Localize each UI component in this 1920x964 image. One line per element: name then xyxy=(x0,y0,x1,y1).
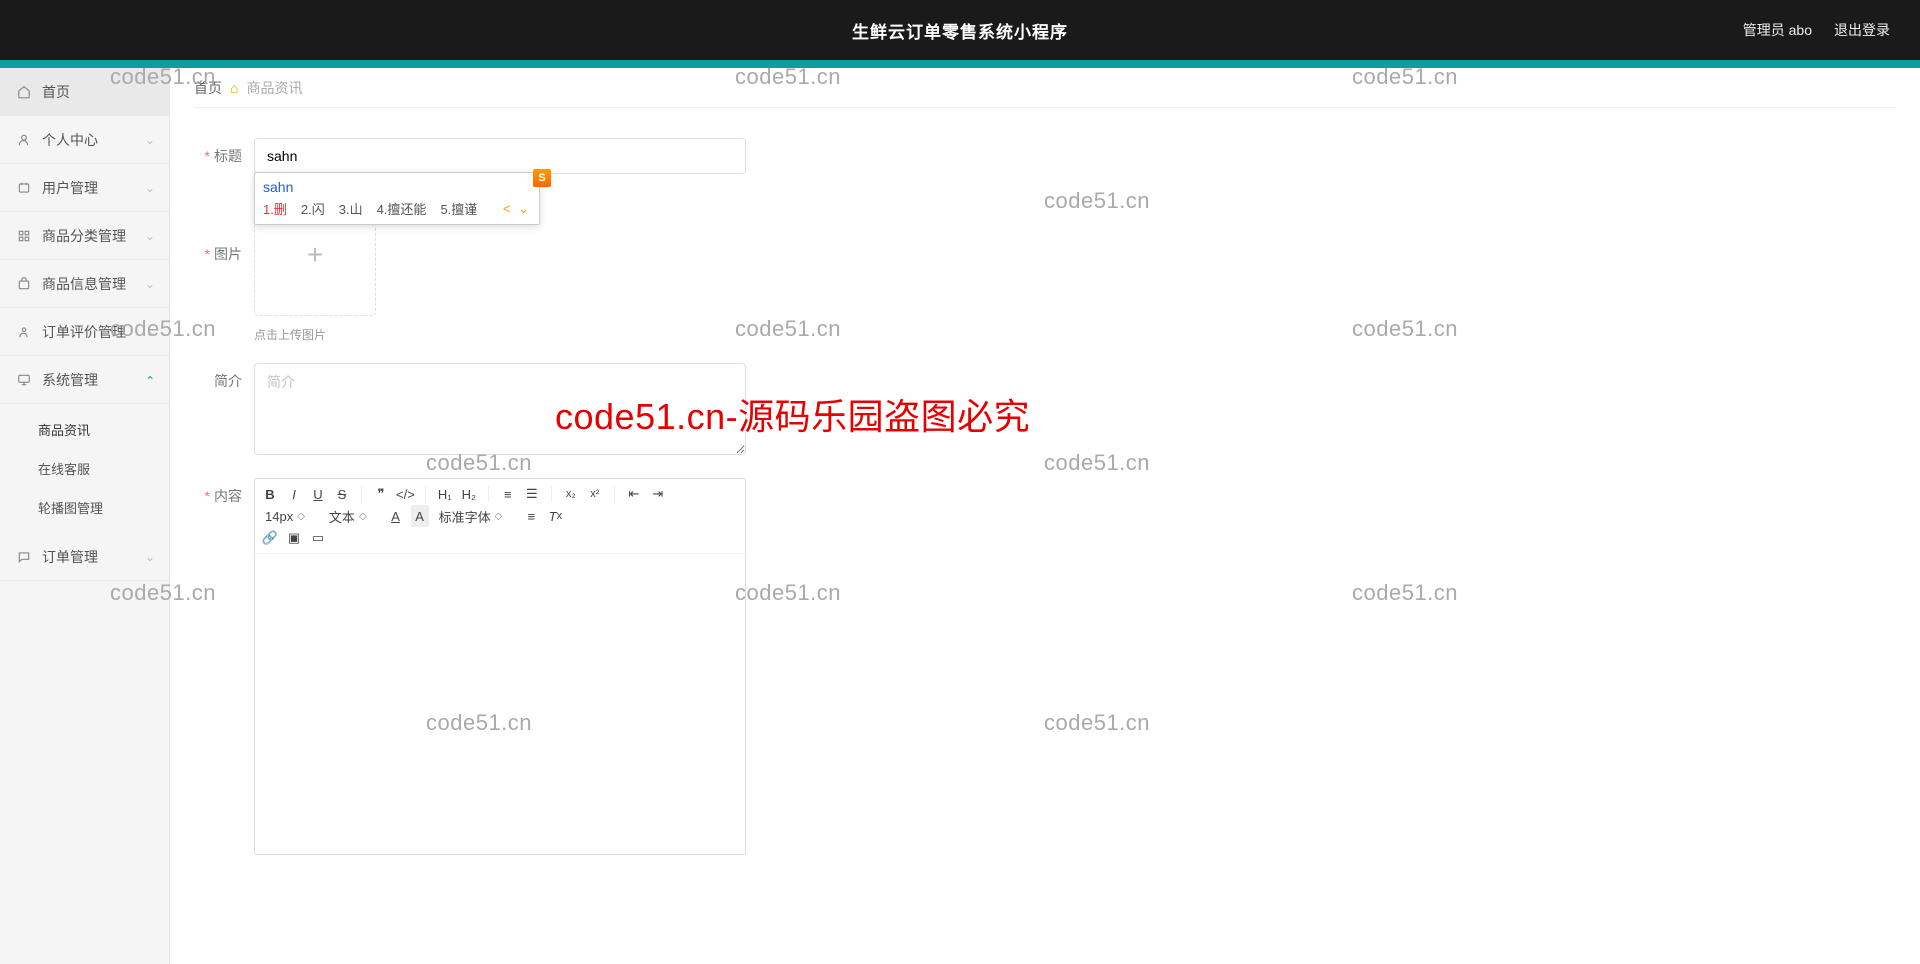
clear-format-button[interactable]: Tx xyxy=(546,505,564,527)
video-button[interactable]: ▭ xyxy=(309,527,327,549)
ime-candidate[interactable]: 5.擅谨 xyxy=(440,199,477,218)
app-title: 生鲜云订单零售系统小程序 xyxy=(852,18,1068,43)
main-content: 首页 ⌂ 商品资讯 *标题 S sahn 1.删 2.闪 3.山 4.擅还 xyxy=(170,68,1920,964)
indent-left-button[interactable]: ⇤ xyxy=(625,483,643,505)
sidebar-item-label: 商品分类管理 xyxy=(42,226,126,246)
sidebar-item-label: 订单管理 xyxy=(42,547,98,567)
sidebar-item-label: 商品信息管理 xyxy=(42,274,126,294)
text-color-button[interactable]: A xyxy=(387,505,405,527)
underline-button[interactable]: U xyxy=(309,483,327,505)
ime-nav[interactable]: < ⌄ xyxy=(503,201,531,217)
sidebar-item-label: 订单评价管理 xyxy=(42,322,126,342)
admin-label[interactable]: 管理员 abo xyxy=(1743,20,1812,40)
box-icon xyxy=(16,276,32,292)
sidebar-item-reviews[interactable]: 订单评价管理 ⌄ xyxy=(0,308,169,356)
h1-button[interactable]: H₁ xyxy=(436,483,454,505)
sidebar-item-system[interactable]: 系统管理 ⌄ xyxy=(0,356,169,404)
list-unordered-button[interactable]: ☰ xyxy=(523,483,541,505)
ime-candidate[interactable]: 4.擅还能 xyxy=(377,199,427,218)
form: *标题 S sahn 1.删 2.闪 3.山 4.擅还能 5.擅谨 < ⌄ xyxy=(194,108,1014,855)
chevron-down-icon: ⌄ xyxy=(145,277,155,291)
quote-button[interactable]: ❞ xyxy=(372,483,390,505)
sidebar-item-label: 个人中心 xyxy=(42,130,98,150)
sidebar-item-home[interactable]: 首页 xyxy=(0,68,169,116)
superscript-button[interactable]: x² xyxy=(586,483,604,505)
sidebar-item-category[interactable]: 商品分类管理 ⌄ xyxy=(0,212,169,260)
rich-text-editor: B I U S ❞ </> H₁ H₂ ≡ ☰ xyxy=(254,478,746,855)
home-icon: ⌂ xyxy=(230,80,238,96)
plus-icon: + xyxy=(307,239,323,271)
sidebar-item-label: 首页 xyxy=(42,82,70,102)
ime-tag-icon: S xyxy=(533,169,551,187)
breadcrumb-home[interactable]: 首页 xyxy=(194,78,222,98)
accent-bar xyxy=(0,60,1920,68)
align-button[interactable]: ≡ xyxy=(522,505,540,527)
sidebar-item-products[interactable]: 商品信息管理 ⌄ xyxy=(0,260,169,308)
editor-body[interactable] xyxy=(255,554,745,854)
sidebar-subitem-news[interactable]: 商品资讯 xyxy=(0,410,169,449)
sidebar-item-label: 用户管理 xyxy=(42,178,98,198)
upload-hint: 点击上传图片 xyxy=(254,326,376,343)
sidebar-item-profile[interactable]: 个人中心 ⌄ xyxy=(0,116,169,164)
strike-button[interactable]: S xyxy=(333,483,351,505)
label-intro: 简介 xyxy=(194,363,254,391)
chevron-up-icon: ⌄ xyxy=(145,373,155,387)
grid-icon xyxy=(16,228,32,244)
ime-buffer: sahn xyxy=(263,177,531,197)
header-actions: 管理员 abo 退出登录 xyxy=(1743,20,1890,40)
chevron-down-icon: ⌄ xyxy=(145,181,155,195)
sidebar-subitem-service[interactable]: 在线客服 xyxy=(0,449,169,488)
bg-color-button[interactable]: A xyxy=(411,505,429,527)
breadcrumb: 首页 ⌂ 商品资讯 xyxy=(194,68,1896,108)
sidebar-subitem-carousel[interactable]: 轮播图管理 xyxy=(0,488,169,527)
intro-textarea[interactable] xyxy=(254,363,746,455)
bold-button[interactable]: B xyxy=(261,483,279,505)
subscript-button[interactable]: x₂ xyxy=(562,483,580,505)
sidebar-submenu-system: 商品资讯 在线客服 轮播图管理 xyxy=(0,404,169,533)
label-content: *内容 xyxy=(194,478,254,506)
editor-toolbar: B I U S ❞ </> H₁ H₂ ≡ ☰ xyxy=(255,479,745,554)
user-icon xyxy=(16,132,32,148)
code-button[interactable]: </> xyxy=(396,483,415,505)
sidebar: 首页 个人中心 ⌄ 用户管理 ⌄ 商品分类管理 ⌄ xyxy=(0,68,170,964)
sidebar-item-label: 系统管理 xyxy=(42,370,98,390)
title-input[interactable] xyxy=(254,138,746,174)
home-icon xyxy=(16,84,32,100)
font-family-select[interactable]: 标准字体◇ xyxy=(435,506,517,527)
image-button[interactable]: ▣ xyxy=(285,527,303,549)
chevron-down-icon: ⌄ xyxy=(145,229,155,243)
h2-button[interactable]: H₂ xyxy=(460,483,478,505)
chevron-down-icon: ⌄ xyxy=(145,550,155,564)
app-header: 生鲜云订单零售系统小程序 管理员 abo 退出登录 xyxy=(0,0,1920,60)
label-image: *图片 xyxy=(194,194,254,264)
chat-icon xyxy=(16,549,32,565)
font-size-select[interactable]: 14px◇ xyxy=(261,508,319,525)
ime-popup[interactable]: S sahn 1.删 2.闪 3.山 4.擅还能 5.擅谨 < ⌄ xyxy=(254,172,540,225)
block-type-select[interactable]: 文本◇ xyxy=(325,506,381,527)
sidebar-item-orders[interactable]: 订单管理 ⌄ xyxy=(0,533,169,581)
list-ordered-button[interactable]: ≡ xyxy=(499,483,517,505)
logout-button[interactable]: 退出登录 xyxy=(1834,20,1890,40)
ime-candidate[interactable]: 3.山 xyxy=(339,199,363,218)
users-icon xyxy=(16,180,32,196)
ime-candidate[interactable]: 1.删 xyxy=(263,199,287,218)
monitor-icon xyxy=(16,372,32,388)
ime-candidate[interactable]: 2.闪 xyxy=(301,199,325,218)
label-title: *标题 xyxy=(194,138,254,166)
ime-candidates: 1.删 2.闪 3.山 4.擅还能 5.擅谨 < ⌄ xyxy=(263,197,531,218)
chevron-down-icon: ⌄ xyxy=(145,133,155,147)
chevron-down-icon: ⌄ xyxy=(145,325,155,339)
breadcrumb-current: 商品资讯 xyxy=(246,78,302,98)
italic-button[interactable]: I xyxy=(285,483,303,505)
indent-right-button[interactable]: ⇥ xyxy=(649,483,667,505)
link-button[interactable]: 🔗 xyxy=(261,527,279,549)
review-icon xyxy=(16,324,32,340)
sidebar-item-users[interactable]: 用户管理 ⌄ xyxy=(0,164,169,212)
